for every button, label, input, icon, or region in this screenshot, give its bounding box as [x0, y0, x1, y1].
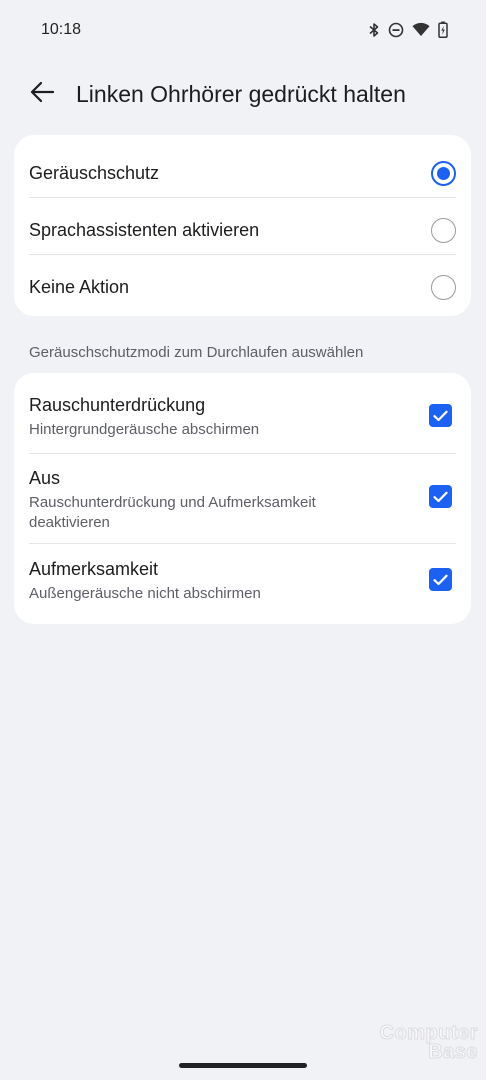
arrow-left-icon — [29, 81, 55, 108]
option-sprachassistenten[interactable]: Sprachassistenten aktivieren — [14, 197, 471, 254]
option-geraeuschschutz[interactable]: Geräuschschutz — [14, 140, 471, 197]
back-button[interactable] — [24, 78, 60, 110]
page-title: Linken Ohrhörer gedrückt halten — [76, 81, 406, 107]
option-label: Keine Aktion — [29, 277, 130, 297]
mode-title: Rauschunterdrückung — [29, 395, 206, 415]
mode-title: Aus — [29, 468, 61, 488]
battery-charging-icon — [438, 21, 448, 38]
option-label: Geräuschschutz — [29, 163, 160, 183]
wifi-icon — [412, 22, 430, 37]
mode-subtitle: Hintergrundgeräusche abschirmen — [29, 421, 260, 438]
radio-button[interactable] — [431, 218, 456, 243]
watermark-logo: Computer Base — [379, 1023, 478, 1063]
status-icons — [368, 21, 448, 38]
status-time: 10:18 — [41, 21, 82, 38]
home-indicator[interactable] — [179, 1063, 307, 1068]
radio-button[interactable] — [431, 275, 456, 300]
mode-aus[interactable]: Aus Rauschunterdrückung und Aufmerksamke… — [14, 453, 471, 543]
status-bar: 10:18 — [0, 0, 486, 60]
checkmark-icon — [433, 410, 448, 421]
mode-title: Aufmerksamkeit — [29, 559, 159, 579]
do-not-disturb-icon — [388, 22, 404, 38]
mode-subtitle: Außengeräusche nicht abschirmen — [29, 585, 261, 602]
header: Linken Ohrhörer gedrückt halten — [0, 72, 486, 116]
mode-subtitle: Rauschunterdrückung und Aufmerksamkeit d… — [29, 494, 316, 531]
checkbox-checked[interactable] — [429, 485, 452, 508]
bluetooth-icon — [368, 22, 380, 38]
radio-button-selected[interactable] — [431, 161, 456, 186]
checkbox-checked[interactable] — [429, 568, 452, 591]
option-label: Sprachassistenten aktivieren — [29, 220, 260, 240]
checkbox-checked[interactable] — [429, 404, 452, 427]
mode-aufmerksamkeit[interactable]: Aufmerksamkeit Außengeräusche nicht absc… — [14, 543, 471, 623]
noise-modes-card: Rauschunterdrückung Hintergrundgeräusche… — [14, 373, 471, 624]
checkmark-icon — [433, 574, 448, 585]
section-label: Geräuschschutzmodi zum Durchlaufen auswä… — [29, 344, 364, 361]
mode-rauschunterdrueckung[interactable]: Rauschunterdrückung Hintergrundgeräusche… — [14, 373, 471, 453]
checkmark-icon — [433, 491, 448, 502]
action-options-card: Geräuschschutz Sprachassistenten aktivie… — [14, 135, 471, 316]
option-keine-aktion[interactable]: Keine Aktion — [14, 254, 471, 311]
screen: 10:18 Linken Ohrhörer gedrückt halten Ge… — [0, 0, 486, 1080]
watermark-line: Base — [428, 1041, 478, 1063]
